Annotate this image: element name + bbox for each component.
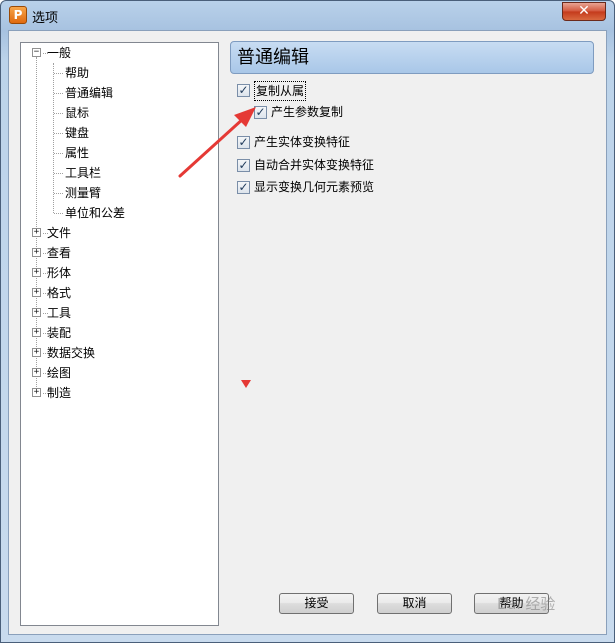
dialog-client-area: − 一般 帮助 普通编辑 鼠标 键盘 属性 工具栏 测量臂 单位和公差 + 文件…	[8, 30, 607, 635]
tree-item-label: 绘图	[47, 366, 72, 380]
tree-item-label: 格式	[47, 286, 72, 300]
tree-item-general[interactable]: − 一般	[21, 44, 211, 62]
tree-connector	[54, 73, 63, 74]
tree-connector	[54, 93, 63, 94]
expand-icon[interactable]: +	[32, 248, 41, 257]
tree-item-label: 键盘	[65, 126, 90, 140]
options-dialog: P 选项 ✕ − 一般 帮助 普通编辑 鼠标 键盘 属性 工具栏 测量臂 单位和…	[0, 0, 615, 643]
tree-item-label: 制造	[47, 386, 72, 400]
tree-item-label: 查看	[47, 246, 72, 260]
expand-icon[interactable]: +	[32, 388, 41, 397]
tree-item-format[interactable]: + 格式	[21, 284, 211, 302]
checkbox-checked-icon[interactable]: ✓	[237, 84, 250, 97]
annotation-marker-icon	[241, 380, 251, 388]
expand-icon[interactable]: +	[32, 308, 41, 317]
tree-item-label: 鼠标	[65, 106, 90, 120]
tree-item-help[interactable]: 帮助	[21, 64, 211, 82]
checkbox-checked-icon[interactable]: ✓	[237, 181, 250, 194]
tree-connector	[54, 133, 63, 134]
tree-item-general-edit[interactable]: 普通编辑	[21, 84, 211, 102]
expand-icon[interactable]: +	[32, 268, 41, 277]
option-label: 复制从属	[254, 81, 307, 101]
window-title: 选项	[32, 11, 59, 26]
tree-item-label: 装配	[47, 326, 72, 340]
tree-item-label: 形体	[47, 266, 72, 280]
expand-icon[interactable]: +	[32, 228, 41, 237]
tree-item-assembly[interactable]: + 装配	[21, 324, 211, 342]
tree-connector	[54, 153, 63, 154]
option-label: 产生参数复制	[271, 105, 344, 119]
tree-connector	[54, 213, 63, 214]
tree-item-label: 帮助	[65, 66, 90, 80]
tree-item-file[interactable]: + 文件	[21, 224, 211, 242]
tree-item-label: 工具栏	[65, 166, 102, 180]
tree-item-label-selected: 普通编辑	[65, 84, 114, 102]
tree-item-label: 属性	[65, 146, 90, 160]
title-bar[interactable]: P 选项 ✕	[1, 1, 614, 29]
tree-connector	[54, 193, 63, 194]
expand-icon[interactable]: +	[32, 368, 41, 377]
tree-item-label: 一般	[47, 46, 72, 60]
app-icon: P	[9, 6, 27, 24]
tree-item-drawing[interactable]: + 绘图	[21, 364, 211, 382]
tree-item-units-tolerance[interactable]: 单位和公差	[21, 204, 211, 222]
page-title: 普通编辑	[230, 41, 594, 74]
annotation-arrow-icon	[178, 107, 256, 178]
tree-item-tools[interactable]: + 工具	[21, 304, 211, 322]
tree-connector	[54, 173, 63, 174]
tree-item-manufacturing[interactable]: + 制造	[21, 384, 211, 402]
tree-item-view[interactable]: + 查看	[21, 244, 211, 262]
tree-item-label: 单位和公差	[65, 206, 126, 220]
option-label: 显示变换几何元素预览	[254, 180, 375, 194]
option-label: 自动合并实体变换特征	[254, 158, 375, 172]
tree-connector	[54, 113, 63, 114]
option-label: 产生实体变换特征	[254, 135, 351, 149]
tree-item-measuring-arm[interactable]: 测量臂	[21, 184, 211, 202]
tree-item-shape[interactable]: + 形体	[21, 264, 211, 282]
tree-item-label: 文件	[47, 226, 72, 240]
expand-icon[interactable]: +	[32, 328, 41, 337]
cancel-button[interactable]: 取消	[377, 593, 452, 614]
expand-icon[interactable]: +	[32, 348, 41, 357]
tree-item-data-exchange[interactable]: + 数据交换	[21, 344, 211, 362]
accept-button[interactable]: 接受	[279, 593, 354, 614]
collapse-icon[interactable]: −	[32, 48, 41, 57]
tree-item-label: 工具	[47, 306, 72, 320]
tree-item-label: 数据交换	[47, 346, 96, 360]
close-icon[interactable]: ✕	[562, 2, 606, 21]
watermark: Bai 经验	[497, 595, 556, 613]
expand-icon[interactable]: +	[32, 288, 41, 297]
tree-item-label: 测量臂	[65, 186, 102, 200]
